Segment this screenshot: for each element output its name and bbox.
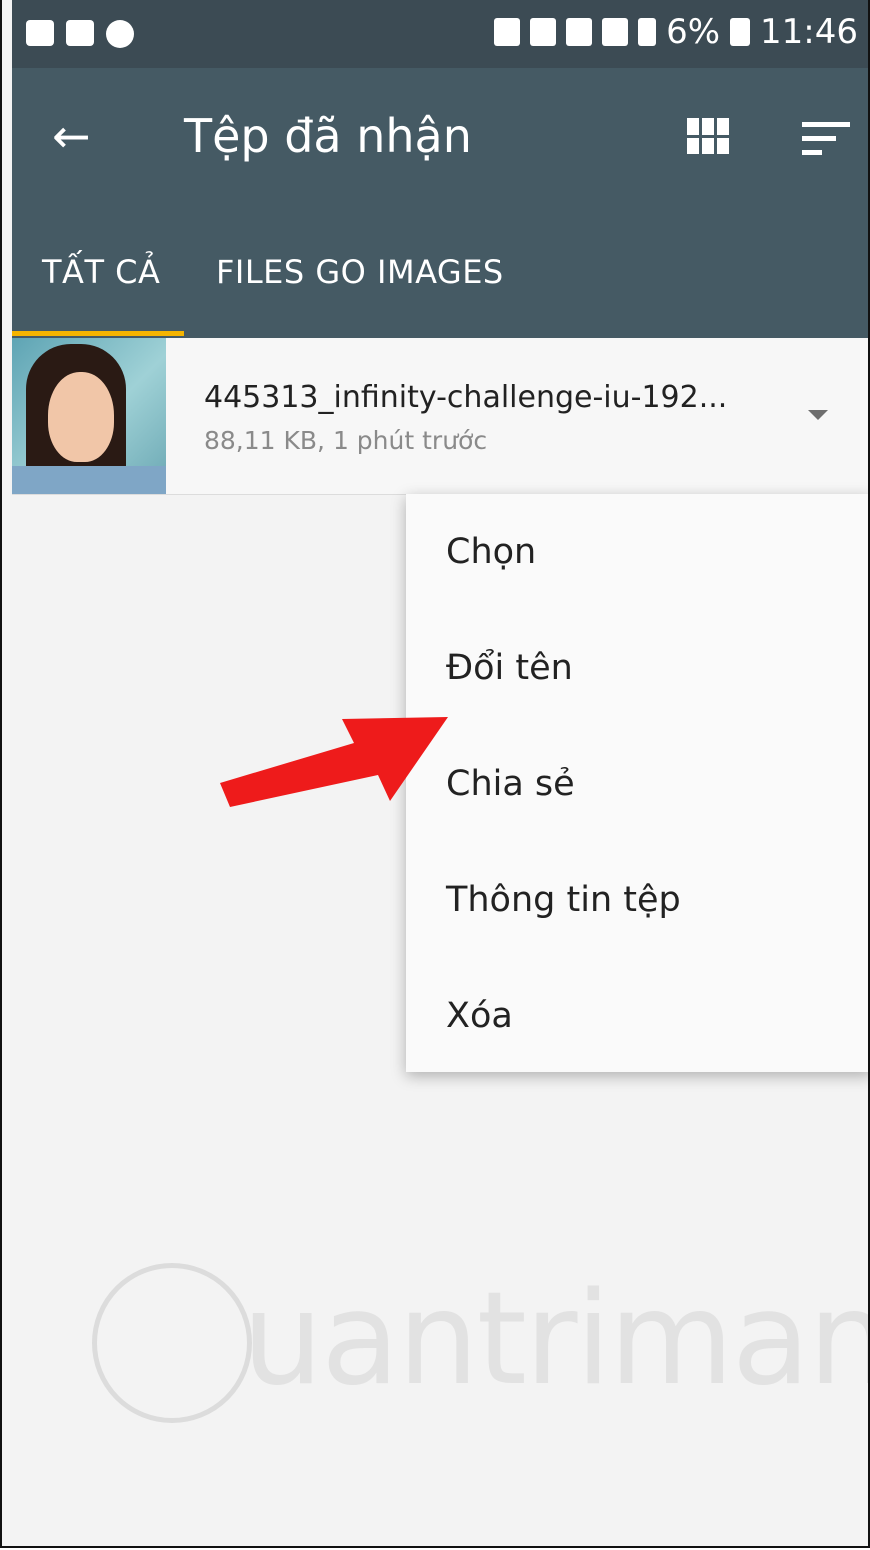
- notification-icons: [26, 20, 134, 48]
- skype-icon: [106, 20, 134, 48]
- file-row[interactable]: 445313_infinity-challenge-iu-192... 88,1…: [12, 338, 868, 495]
- menu-item-label: Thông tin tệp: [446, 880, 681, 920]
- file-name: 445313_infinity-challenge-iu-192...: [204, 380, 728, 415]
- watermark: uantrimang: [92, 1255, 868, 1425]
- sort-icon[interactable]: [802, 122, 850, 164]
- menu-item-label: Xóa: [446, 996, 513, 1036]
- back-arrow-icon[interactable]: ←: [52, 113, 91, 159]
- mute-icon: [530, 18, 557, 46]
- tab-indicator: [12, 331, 184, 336]
- wifi-icon: [602, 18, 629, 46]
- red-arrow-annotation: [220, 717, 448, 807]
- app-bar: ← Tệp đã nhận TẤT CẢ FILES GO IMAGES: [12, 68, 868, 338]
- tab-all[interactable]: TẤT CẢ: [42, 253, 160, 291]
- gallery-icon: [26, 20, 54, 46]
- page-title: Tệp đã nhận: [184, 109, 472, 163]
- lightbulb-icon: [92, 1263, 252, 1423]
- message-icon: [66, 20, 94, 46]
- grid-view-icon[interactable]: [687, 118, 729, 154]
- status-bar: 6% 11:46: [12, 0, 868, 68]
- battery-icon: [730, 18, 751, 46]
- phone-screen: 6% 11:46 ← Tệp đã nhận TẤT CẢ FILES GO I…: [0, 0, 870, 1548]
- alarm-icon: [566, 18, 593, 46]
- clock: 11:46: [760, 12, 858, 52]
- menu-item-share[interactable]: Chia sẻ: [406, 726, 868, 842]
- menu-item-rename[interactable]: Đổi tên: [406, 610, 868, 726]
- menu-item-select[interactable]: Chọn: [406, 494, 868, 610]
- context-menu: Chọn Đổi tên Chia sẻ Thông tin tệp Xóa: [406, 494, 868, 1074]
- system-icons: 6% 11:46: [494, 12, 858, 52]
- bluetooth-icon: [494, 18, 521, 46]
- signal-icon: [638, 18, 657, 46]
- menu-item-label: Đổi tên: [446, 648, 573, 688]
- menu-item-label: Chọn: [446, 532, 537, 572]
- menu-item-delete[interactable]: Xóa: [406, 958, 868, 1074]
- menu-item-file-info[interactable]: Thông tin tệp: [406, 842, 868, 958]
- watermark-text: uantrimang: [242, 1265, 868, 1414]
- tab-files-go-images[interactable]: FILES GO IMAGES: [216, 253, 504, 291]
- dropdown-arrow-icon[interactable]: [808, 410, 828, 420]
- file-thumbnail: [12, 338, 166, 494]
- battery-percent: 6%: [666, 12, 721, 52]
- file-meta: 88,11 KB, 1 phút trước: [204, 426, 488, 455]
